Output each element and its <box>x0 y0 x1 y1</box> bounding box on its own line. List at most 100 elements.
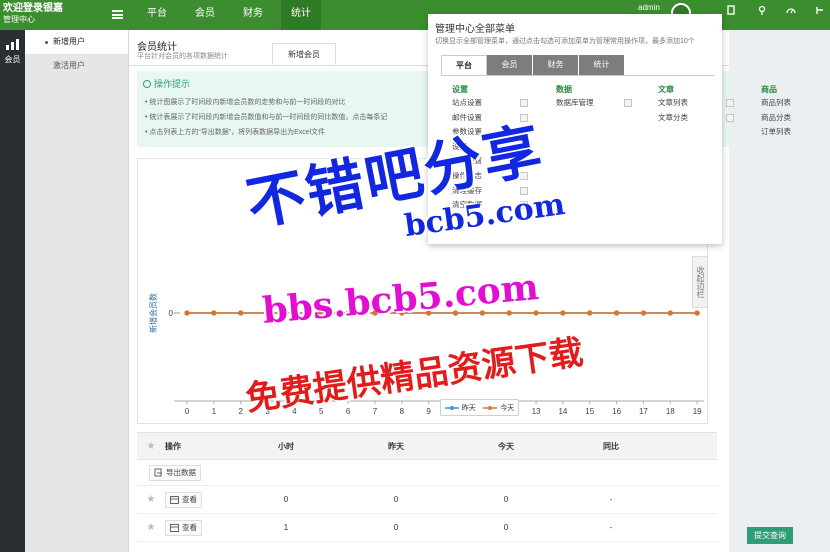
popover-tab-statistics[interactable]: 统计 <box>579 55 625 75</box>
x-tick-label: 0 <box>185 407 190 416</box>
x-tick-label: 4 <box>292 407 297 416</box>
tips-title-text: 操作提示 <box>154 79 191 89</box>
x-tick-label: 16 <box>612 407 621 416</box>
cell-yesterday: 0 <box>393 523 399 532</box>
nav-finance[interactable]: 财务 <box>233 0 273 30</box>
all-menu-popover: 管理中心全部菜单 切换显示全部管理菜单，通过点击勾选可添加菜单为管理常用操作项，… <box>428 14 791 244</box>
nav-platform[interactable]: 平台 <box>137 0 177 30</box>
lightbulb-icon <box>143 80 151 88</box>
table-view-icon <box>170 495 179 504</box>
popover-menu-item[interactable]: 清理缓存 <box>452 184 532 199</box>
popover-column: 文章文章列表 文章分类 <box>658 84 738 125</box>
popover-menu-item[interactable]: 设置 <box>452 140 532 155</box>
popover-menu-label: 操作日志 <box>452 170 482 180</box>
popover-menu-item[interactable]: 文章列表 <box>658 96 738 111</box>
data-point <box>452 310 459 316</box>
data-point <box>694 310 700 316</box>
rail-item-member[interactable]: 会员 <box>0 38 25 70</box>
popover-divider <box>441 75 714 76</box>
popover-menu-item[interactable]: 数据库管理 <box>556 96 636 111</box>
submenu-item-new-users[interactable]: 新增用户 <box>25 30 128 54</box>
popover-menu-item[interactable]: 参数设置 <box>452 125 532 140</box>
gauge-icon[interactable] <box>786 5 796 15</box>
x-tick-label: 17 <box>639 407 648 416</box>
data-point <box>184 310 190 316</box>
tab-new-members[interactable]: 新增会员 <box>272 43 336 65</box>
popover-menu-label: 清理缓存 <box>452 185 482 195</box>
logout-icon[interactable] <box>815 5 825 15</box>
popover-menu-item[interactable]: 邮件设置 <box>452 111 532 126</box>
popover-menu-item[interactable]: 商品分类 <box>761 111 830 126</box>
add-checkbox[interactable] <box>624 99 632 107</box>
popover-menu-label: 邮件设置 <box>452 112 482 122</box>
popover-tab-member[interactable]: 会员 <box>487 55 533 75</box>
view-label: 查看 <box>182 495 197 504</box>
data-point <box>560 310 566 316</box>
star-icon[interactable]: ★ <box>137 522 165 533</box>
x-tick-label: 18 <box>666 407 675 416</box>
popover-menu-item[interactable]: 订单列表 <box>761 125 830 140</box>
view-button[interactable]: 查看 <box>165 491 202 508</box>
popover-menu-item[interactable]: 清空数据 <box>452 198 532 213</box>
add-checkbox[interactable] <box>726 99 734 107</box>
popover-tab-finance[interactable]: 财务 <box>533 55 579 75</box>
x-tick-label: 14 <box>558 407 567 416</box>
data-point <box>479 310 485 316</box>
submenu-item-activated-users[interactable]: 激活用户 <box>25 54 128 78</box>
popover-column-head: 文章 <box>658 85 674 94</box>
submit-query-button[interactable]: 提交查询 <box>747 527 793 544</box>
popover-menu-item[interactable]: 文章分类 <box>658 111 738 126</box>
popover-menu-label: 商品分类 <box>761 112 791 122</box>
popover-subtitle: 切换显示全部管理菜单，通过点击勾选可添加菜单为管理常用操作项，最多添加10个 <box>435 38 695 45</box>
legend-swatch-today <box>483 405 498 410</box>
brand: 欢迎登录银嘉 管理中心 <box>3 2 103 25</box>
legend-label: 昨天 <box>461 404 476 412</box>
add-checkbox[interactable] <box>520 201 528 210</box>
legend-item-yesterday[interactable]: 昨天 <box>444 403 476 413</box>
nav-statistics[interactable]: 统计 <box>281 0 321 30</box>
x-tick-label: 8 <box>400 407 405 416</box>
nav-member[interactable]: 会员 <box>185 0 225 30</box>
data-point <box>372 310 378 316</box>
view-button[interactable]: 查看 <box>165 519 202 536</box>
popover-column-head: 设置 <box>452 85 468 94</box>
collapse-sidebar-tab[interactable]: 收起边栏 <box>692 256 708 308</box>
popover-menu-item[interactable]: 权限设置 <box>452 154 532 169</box>
data-point <box>291 310 297 316</box>
add-checkbox[interactable] <box>520 171 528 180</box>
map-icon[interactable] <box>757 5 767 15</box>
data-point <box>533 310 539 316</box>
admin-name[interactable]: admin <box>638 3 660 12</box>
add-checkbox[interactable] <box>520 186 528 195</box>
add-checkbox[interactable] <box>520 128 528 137</box>
brand-subtitle: 管理中心 <box>3 15 35 24</box>
export-button[interactable]: 导出数据 <box>149 464 201 481</box>
popover-tabs: 平台 会员 财务 统计 <box>441 55 625 75</box>
cell-ratio: - <box>609 523 613 532</box>
popover-tab-platform[interactable]: 平台 <box>441 55 487 75</box>
add-checkbox[interactable] <box>520 113 528 122</box>
home-icon[interactable] <box>726 5 736 15</box>
popover-menu-label: 设置 <box>452 141 467 151</box>
tip-item: 统计图展示了时间段内新增会员数的走势和与前一时间段的对比 <box>145 95 387 110</box>
add-checkbox[interactable] <box>520 157 528 166</box>
menu-toggle-icon[interactable] <box>112 10 123 19</box>
popover-menu-label: 数据库管理 <box>556 98 594 107</box>
chart-legend: 昨天 今天 <box>440 399 519 416</box>
cell-today: 0 <box>503 523 509 532</box>
x-tick-label: 19 <box>693 407 702 416</box>
tips-title[interactable]: 操作提示 <box>143 77 190 90</box>
add-checkbox[interactable] <box>520 142 528 151</box>
data-point <box>667 310 673 316</box>
data-point <box>345 310 351 316</box>
popover-menu-item[interactable]: 站点设置 <box>452 96 532 111</box>
data-point <box>614 310 620 316</box>
star-icon[interactable]: ★ <box>137 494 165 505</box>
popover-menu-item[interactable]: 商品列表 <box>761 96 830 111</box>
popover-menu-item[interactable]: 操作日志 <box>452 169 532 184</box>
tip-item: 点击列表上方的“导出数据”，将列表数据导出为Excel文件 <box>145 125 387 140</box>
star-icon[interactable]: ★ <box>137 441 165 452</box>
add-checkbox[interactable] <box>726 113 734 122</box>
add-checkbox[interactable] <box>520 99 528 107</box>
legend-item-today[interactable]: 今天 <box>483 403 514 413</box>
